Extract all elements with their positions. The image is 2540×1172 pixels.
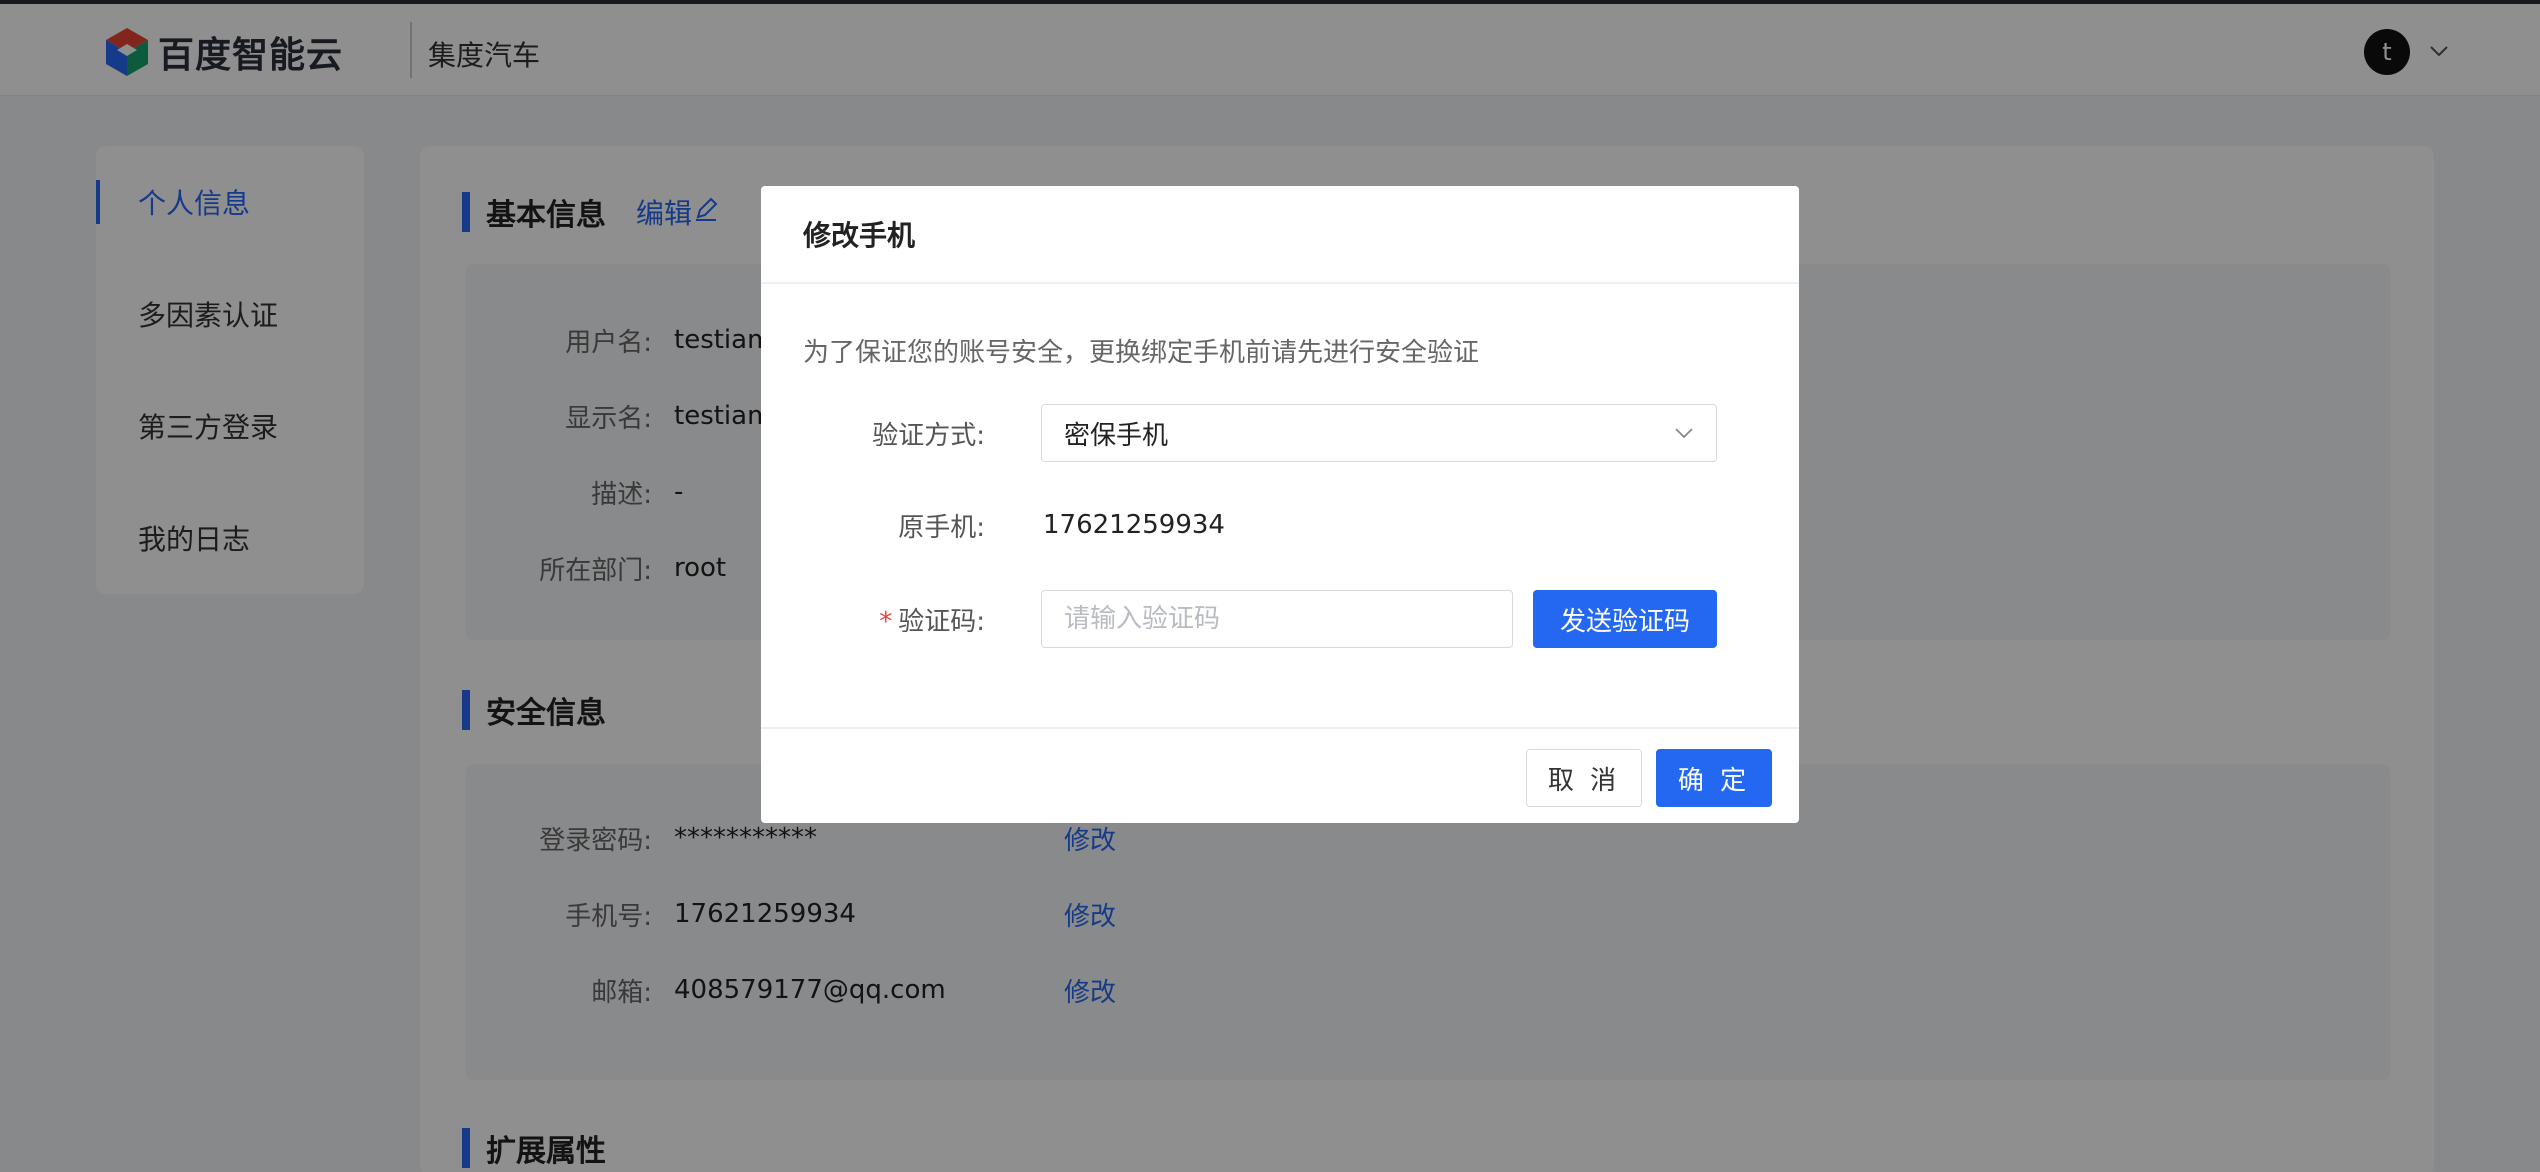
dialog-header: 修改手机	[761, 186, 1799, 284]
verification-code-row: *验证码: 发送验证码	[761, 590, 1717, 648]
cancel-button[interactable]: 取 消	[1526, 749, 1642, 807]
send-code-button[interactable]: 发送验证码	[1533, 590, 1717, 648]
dialog-title: 修改手机	[803, 219, 916, 252]
field-label-text: 验证码:	[898, 606, 985, 637]
select-value: 密保手机	[1064, 420, 1169, 451]
chevron-down-icon	[1672, 421, 1696, 445]
original-phone-row: 原手机: 17621259934	[761, 496, 1225, 554]
verify-method-row: 验证方式: 密保手机	[761, 404, 1717, 462]
change-phone-dialog: 修改手机 为了保证您的账号安全，更换绑定手机前请先进行安全验证 验证方式: 密保…	[761, 186, 1799, 823]
required-mark: *	[879, 606, 893, 637]
field-label: 原手机:	[898, 512, 985, 543]
field-label: 验证方式:	[872, 420, 985, 451]
field-label: * 验证码:	[761, 601, 1001, 638]
verify-method-select[interactable]: 密保手机	[1041, 404, 1717, 462]
original-phone-value: 17621259934	[1043, 510, 1225, 540]
verification-code-input[interactable]	[1041, 590, 1513, 648]
security-tip: 为了保证您的账号安全，更换绑定手机前请先进行安全验证	[803, 338, 1480, 368]
dialog-footer: 取 消 确 定	[761, 727, 1799, 823]
confirm-button[interactable]: 确 定	[1656, 749, 1772, 807]
